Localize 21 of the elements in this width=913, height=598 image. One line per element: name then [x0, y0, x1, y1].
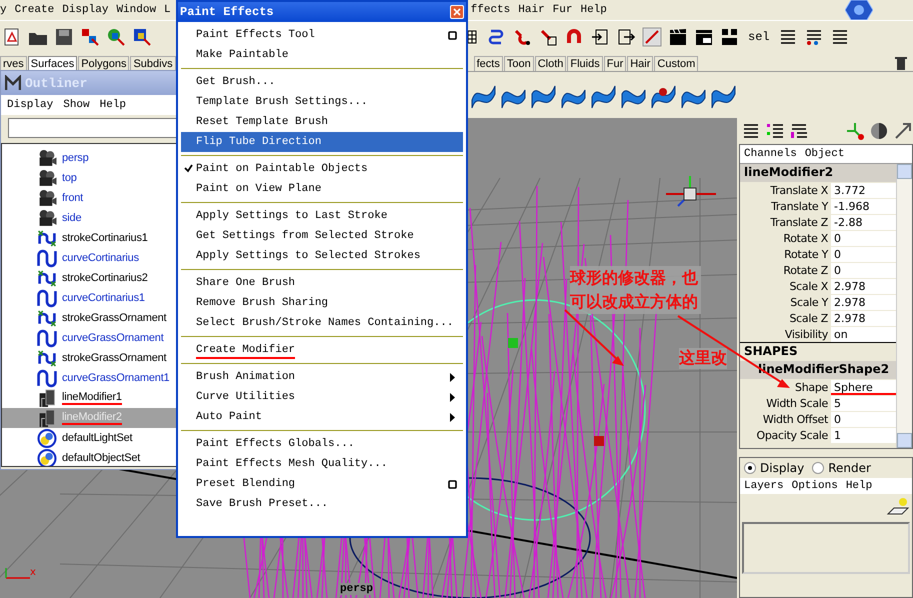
channel-label: Scale Z [788, 312, 829, 324]
window-title: Outliner [25, 76, 88, 90]
annotation-note: 这里改 [679, 348, 727, 369]
channel-label: Translate Z [769, 216, 829, 228]
channel-label: Translate X [769, 184, 829, 196]
channel-label: Rotate X [782, 232, 829, 244]
channel-label: Visibility [784, 328, 829, 340]
channel-label: Translate Y [770, 200, 830, 212]
channel-label: Rotate Z [782, 264, 829, 276]
camera-label: persp [340, 583, 374, 595]
annotation-note: 球形的修改器，也可以改成立方体的 [570, 266, 702, 314]
channel-label: Rotate Y [783, 248, 830, 260]
channel-label: Scale X [788, 280, 829, 292]
channel-label: Opacity Scale [756, 428, 829, 442]
channel-label: Width Scale [765, 396, 829, 410]
node-name: lineModifier2 [740, 164, 896, 182]
channel-label: Shape [794, 380, 829, 394]
window-title: Paint Effects [180, 5, 274, 19]
channel-label: Width Offset [762, 412, 829, 426]
axis-label: x [30, 567, 36, 578]
channel-label: Scale Y [789, 296, 830, 308]
